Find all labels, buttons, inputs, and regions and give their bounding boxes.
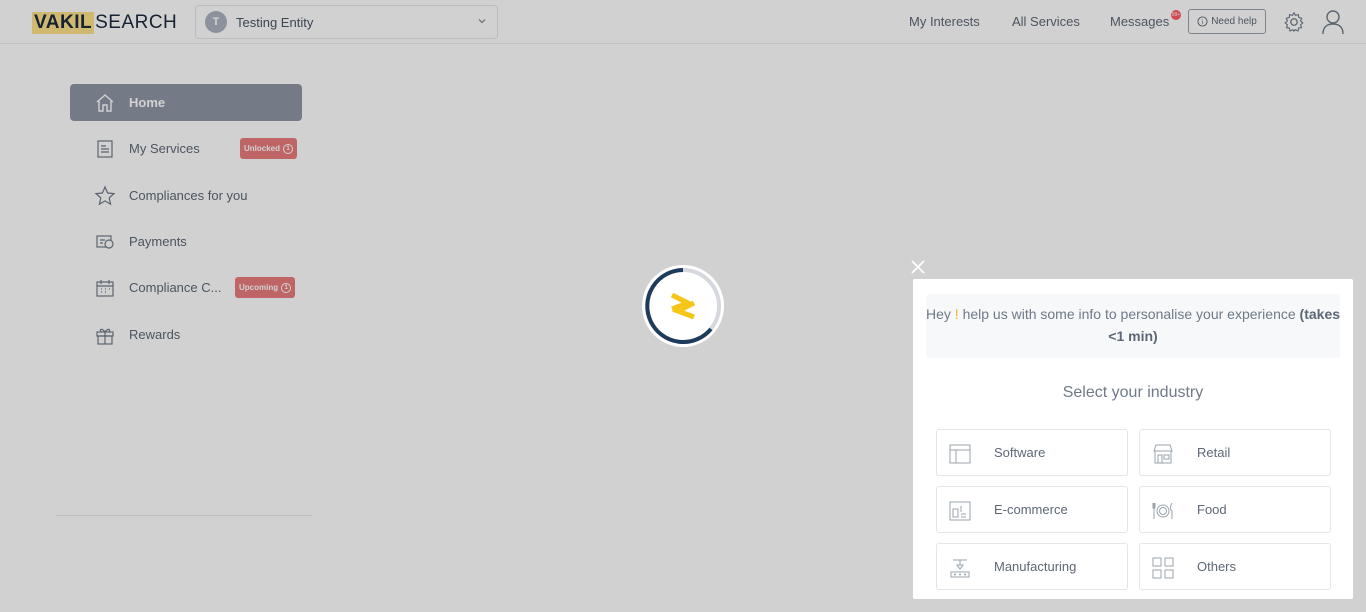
intro-pre: Hey: [926, 306, 955, 322]
industry-option-software[interactable]: Software: [936, 429, 1128, 476]
software-icon: [949, 444, 971, 464]
loading-spinner: [642, 265, 724, 347]
modal-title: Select your industry: [1062, 384, 1204, 401]
ecommerce-icon: [949, 501, 971, 521]
industry-label: Manufacturing: [994, 559, 1077, 574]
industry-option-ecommerce[interactable]: E-commerce: [936, 486, 1128, 533]
industry-label: E-commerce: [994, 502, 1068, 517]
industry-modal: Hey ! help us with some info to personal…: [913, 279, 1353, 599]
industry-option-others[interactable]: Others: [1139, 543, 1331, 590]
retail-store-icon: [1153, 444, 1173, 464]
industry-option-food[interactable]: Food: [1139, 486, 1331, 533]
industry-label: Software: [994, 445, 1046, 460]
industry-label: Food: [1197, 502, 1227, 517]
industry-label: Retail: [1197, 445, 1231, 460]
industry-option-manufacturing[interactable]: Manufacturing: [936, 543, 1128, 590]
industry-label: Others: [1197, 559, 1237, 574]
intro-message: Hey ! help us with some info to personal…: [926, 294, 1340, 358]
spinner-icon: [645, 268, 721, 344]
close-icon[interactable]: [910, 259, 926, 275]
manufacturing-icon: [950, 559, 970, 578]
food-plate-icon: [1152, 502, 1173, 519]
intro-mid: help us with some info to personalise yo…: [958, 306, 1300, 322]
industry-option-retail[interactable]: Retail: [1139, 429, 1331, 476]
grid-icon: [1152, 557, 1174, 579]
